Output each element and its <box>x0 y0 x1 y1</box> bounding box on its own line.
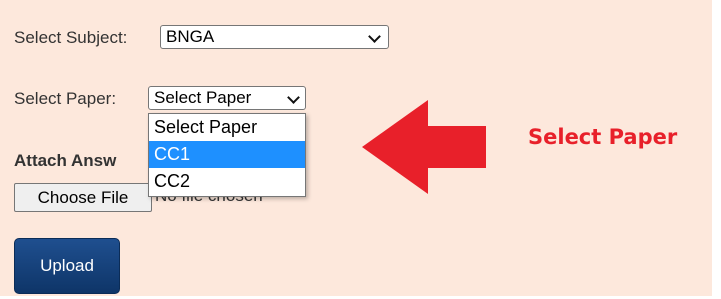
upload-button[interactable]: Upload <box>14 238 120 294</box>
chevron-down-icon <box>287 91 300 104</box>
subject-label: Select Subject: <box>14 28 128 47</box>
chevron-down-icon <box>368 30 381 43</box>
paper-label: Select Paper: <box>14 89 117 108</box>
red-left-arrow-icon <box>362 100 486 194</box>
upload-form-panel: Select Subject: BNGA Select Paper: Selec… <box>0 0 712 296</box>
paper-selected-value: Select Paper <box>154 88 252 107</box>
paper-select[interactable]: Select Paper <box>148 86 306 110</box>
choose-file-button[interactable]: Choose File <box>14 183 152 212</box>
annotation-text: Select Paper <box>528 125 678 149</box>
subject-selected-value: BNGA <box>166 27 215 46</box>
paper-option[interactable]: Select Paper <box>149 114 305 141</box>
paper-dropdown-list: Select Paper CC1 CC2 <box>148 113 306 197</box>
subject-select[interactable]: BNGA <box>160 25 389 49</box>
paper-option[interactable]: CC2 <box>149 168 305 195</box>
attach-answer-label: Attach Answ <box>14 151 117 170</box>
paper-option-highlighted[interactable]: CC1 <box>149 141 305 168</box>
